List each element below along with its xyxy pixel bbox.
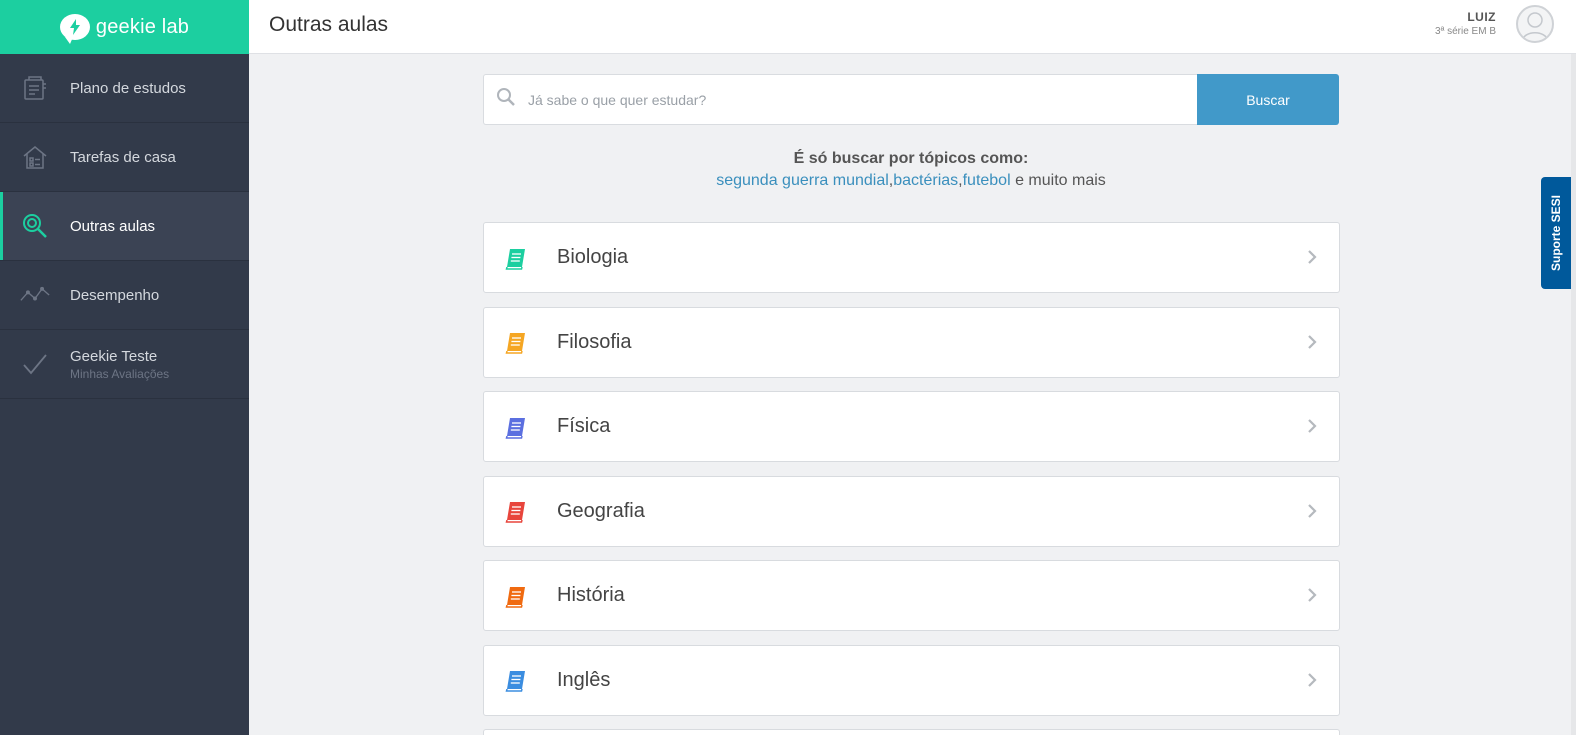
subject-name: Filosofia [557, 330, 632, 353]
checkmark-icon [20, 349, 50, 379]
search-input[interactable] [528, 91, 1197, 108]
support-tab[interactable]: Suporte SESI [1541, 177, 1571, 289]
chevron-right-icon [1308, 419, 1317, 433]
sidebar-item-tarefas-de-casa[interactable]: Tarefas de casa [0, 123, 249, 192]
book-icon [505, 502, 525, 523]
subject-name: Geografia [557, 499, 645, 522]
subject-card-ingles[interactable]: Inglês [483, 644, 1340, 716]
subject-card-geografia[interactable]: Geografia [483, 475, 1340, 547]
book-icon [505, 248, 525, 270]
sidebar-item-label: Geekie Teste [70, 347, 158, 365]
book-icon [505, 671, 525, 692]
hint-examples: segunda guerra mundial,bactérias,futebol… [483, 172, 1339, 190]
chevron-right-icon [1308, 250, 1317, 264]
subject-name: Física [557, 415, 611, 437]
user-class: 3ª série EM B [1435, 26, 1496, 37]
subject-card-fisica[interactable]: Física [483, 391, 1340, 462]
search-bar: Buscar [483, 74, 1339, 125]
subject-name: Biologia [557, 246, 629, 268]
search-button[interactable]: Buscar [1197, 74, 1339, 125]
sidebar-item-desempenho[interactable]: Desempenho [0, 261, 249, 330]
study-plan-icon [20, 73, 50, 103]
sidebar-item-label: Desempenho [70, 286, 160, 304]
support-label: Suporte SESI [1549, 194, 1564, 272]
book-icon [505, 586, 525, 608]
lightning-bubble-icon [59, 14, 90, 44]
book-icon [505, 333, 525, 354]
chevron-right-icon [1308, 588, 1317, 602]
sidebar-item-text: Geekie Teste Minhas Avaliações [70, 348, 169, 381]
chart-line-icon [20, 280, 50, 310]
subject-card-historia[interactable]: História [483, 560, 1340, 631]
page-title: Outras aulas [269, 13, 389, 36]
sidebar-item-label: Outras aulas [70, 217, 156, 235]
house-tasks-icon [20, 142, 50, 172]
sidebar-item-outras-aulas[interactable]: Outras aulas [0, 192, 249, 261]
chevron-right-icon [1308, 503, 1317, 518]
top-header: Outras aulas LUIZ 3ª série EM B [249, 0, 1576, 54]
subject-card-biologia[interactable]: Biologia [483, 222, 1340, 293]
hint-link-segunda-guerra[interactable]: segunda guerra mundial [716, 172, 889, 189]
subject-list: Biologia Filosofia Física Geografia Hist… [483, 222, 1340, 735]
logo-text: geekie lab [95, 15, 190, 38]
logo[interactable]: geekie lab [0, 0, 249, 54]
hint-suffix: e muito mais [1010, 172, 1106, 189]
search-hint: É só buscar por tópicos como: segunda gu… [483, 150, 1339, 190]
subject-name: História [557, 584, 625, 606]
search-icon [496, 87, 516, 112]
subject-card-filosofia[interactable]: Filosofia [483, 306, 1340, 378]
sidebar-item-label: Plano de estudos [70, 79, 186, 97]
chevron-right-icon [1308, 672, 1317, 687]
hint-title: É só buscar por tópicos como: [793, 150, 1029, 167]
sidebar-item-plano-de-estudos[interactable]: Plano de estudos [0, 54, 249, 123]
sidebar-item-label: Tarefas de casa [70, 148, 176, 166]
subject-name: Inglês [557, 668, 611, 691]
book-icon [505, 417, 525, 439]
sidebar-item-geekie-teste[interactable]: Geekie Teste Minhas Avaliações [0, 330, 249, 399]
scrollbar[interactable] [1571, 54, 1576, 735]
subject-card-partial[interactable] [483, 729, 1340, 735]
hint-link-bacterias[interactable]: bactérias [893, 172, 958, 189]
sidebar: geekie lab Plano de estudos Tarefas de c… [0, 0, 249, 735]
chevron-right-icon [1308, 334, 1317, 349]
hint-link-futebol[interactable]: futebol [963, 172, 1011, 189]
search-icon [20, 211, 50, 241]
user-name: LUIZ [1467, 10, 1496, 24]
avatar[interactable] [1516, 5, 1554, 43]
sidebar-item-sublabel: Minhas Avaliações [70, 366, 170, 381]
user-info[interactable]: LUIZ 3ª série EM B [1435, 10, 1496, 37]
search-field[interactable] [483, 74, 1197, 125]
